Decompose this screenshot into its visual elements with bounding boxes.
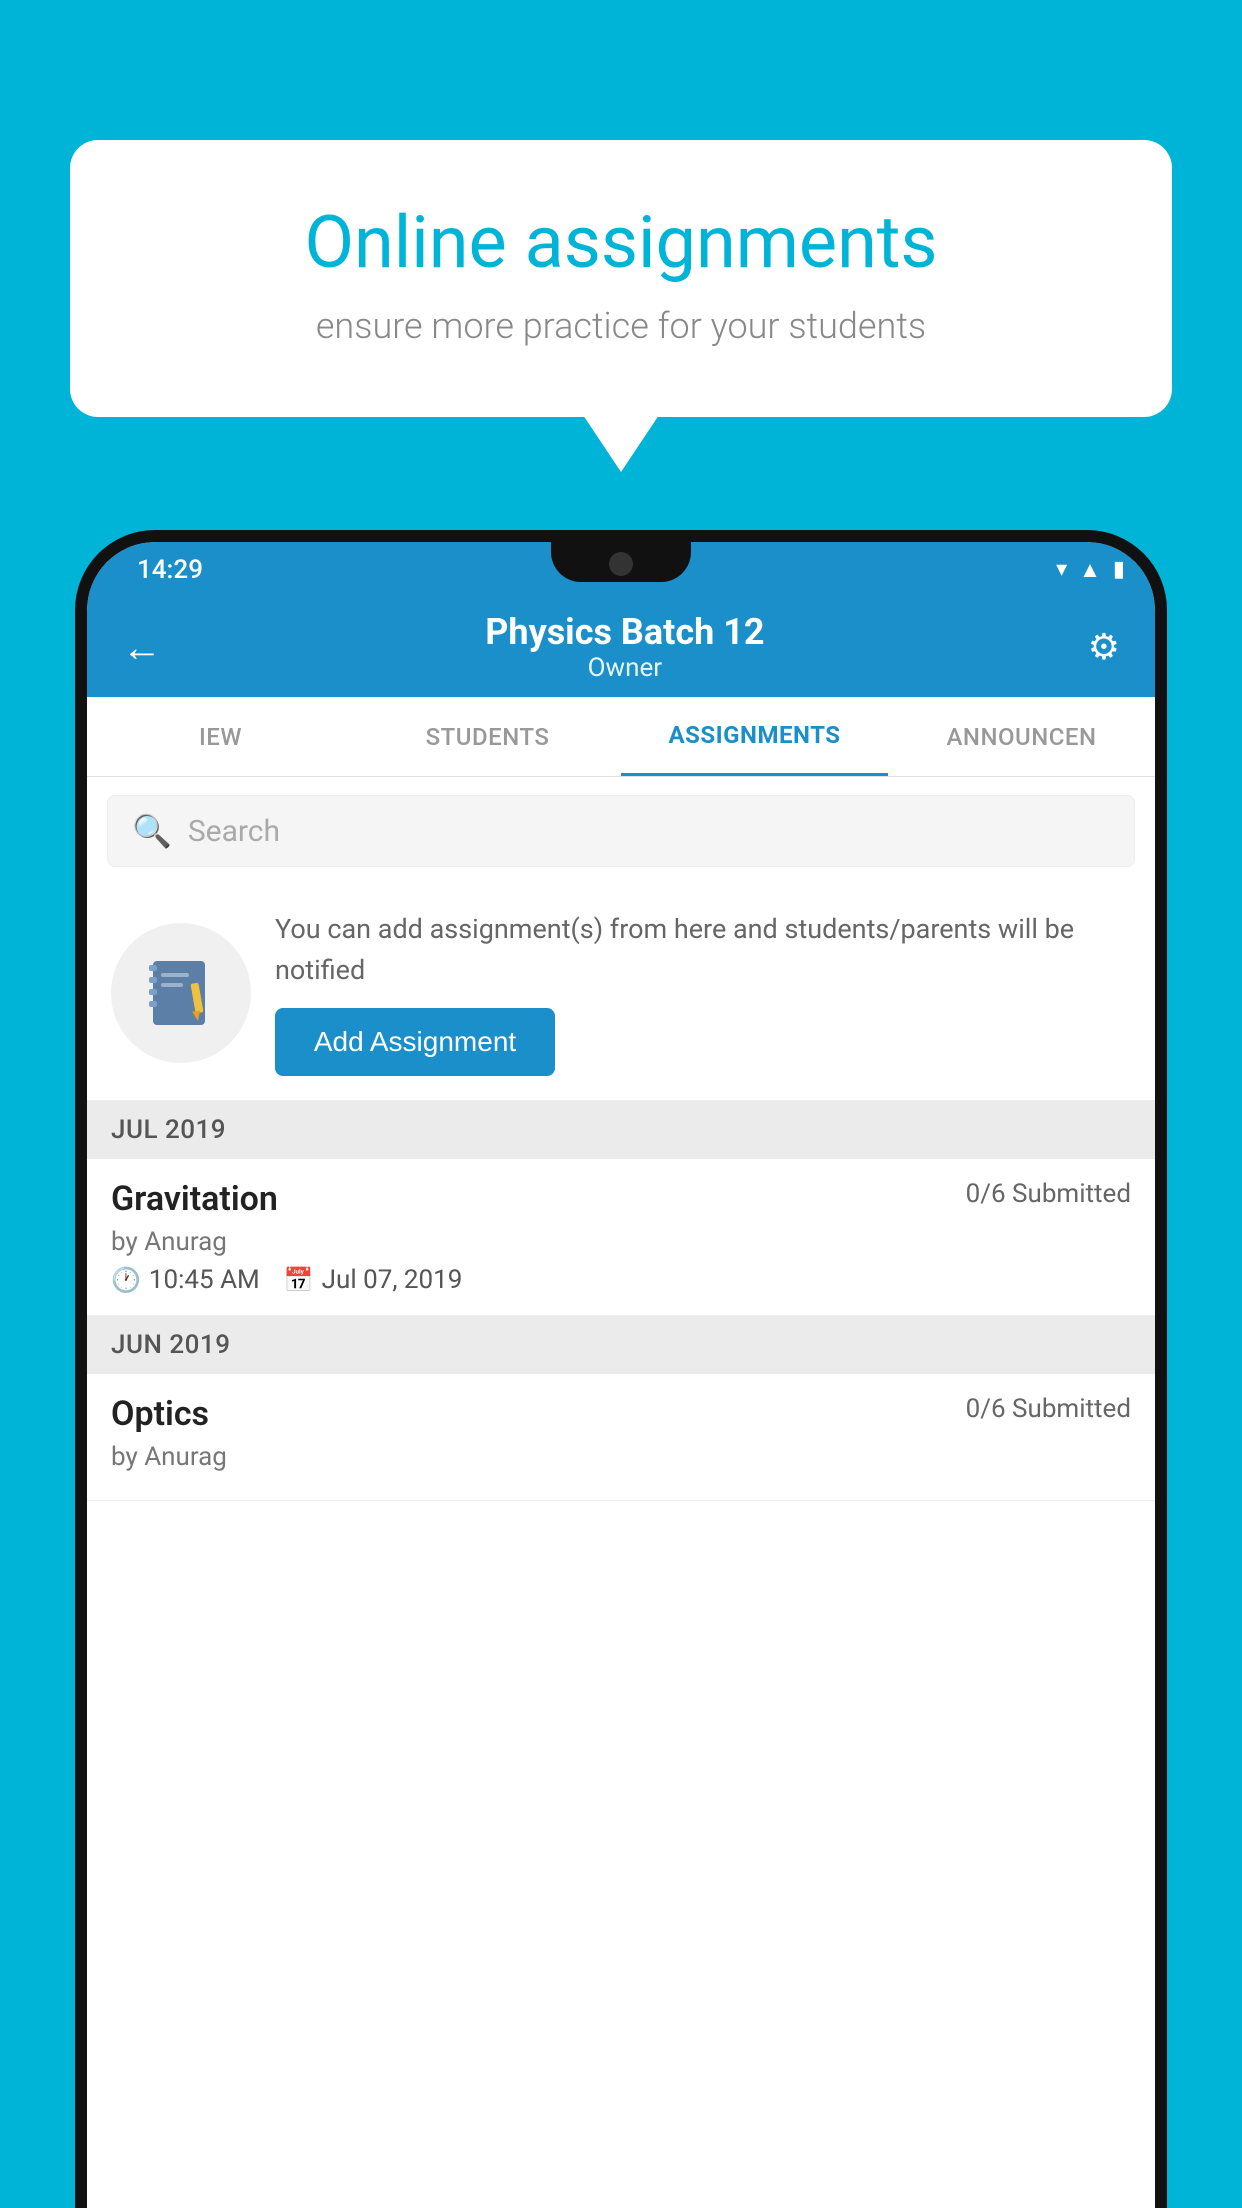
battery-icon: ▮ xyxy=(1113,557,1125,582)
assignment-meta-gravitation: 🕐 10:45 AM 📅 Jul 07, 2019 xyxy=(111,1265,1131,1295)
assignment-time-gravitation: 🕐 10:45 AM xyxy=(111,1265,260,1295)
status-icons: ▾ ▲ ▮ xyxy=(1056,557,1125,583)
search-bar[interactable]: 🔍 Search xyxy=(107,795,1135,867)
assignment-item-gravitation[interactable]: Gravitation 0/6 Submitted by Anurag 🕐 10… xyxy=(87,1159,1155,1316)
promo-text: You can add assignment(s) from here and … xyxy=(275,909,1135,990)
assignment-submitted-optics: 0/6 Submitted xyxy=(966,1394,1131,1424)
add-assignment-button[interactable]: Add Assignment xyxy=(275,1008,555,1076)
status-time: 14:29 xyxy=(137,555,203,585)
search-placeholder: Search xyxy=(188,814,280,849)
assignment-top: Gravitation 0/6 Submitted xyxy=(111,1179,1131,1219)
tab-students[interactable]: STUDENTS xyxy=(354,697,621,776)
speech-bubble-title: Online assignments xyxy=(140,200,1102,285)
app-header: ← Physics Batch 12 Owner ⚙ xyxy=(87,597,1155,697)
notebook-icon xyxy=(141,953,221,1033)
section-jul-2019: JUL 2019 xyxy=(87,1101,1155,1159)
signal-icon: ▲ xyxy=(1079,557,1101,583)
background: Online assignments ensure more practice … xyxy=(0,0,1242,2208)
settings-button[interactable]: ⚙ xyxy=(1088,626,1120,668)
assignment-submitted-gravitation: 0/6 Submitted xyxy=(966,1179,1131,1209)
assignment-top-optics: Optics 0/6 Submitted xyxy=(111,1394,1131,1434)
assignment-date-gravitation: 📅 Jul 07, 2019 xyxy=(284,1265,463,1295)
promo-icon-wrap xyxy=(111,923,251,1063)
section-jun-2019: JUN 2019 xyxy=(87,1316,1155,1374)
add-assignment-promo: You can add assignment(s) from here and … xyxy=(87,885,1155,1101)
camera xyxy=(609,552,633,576)
assignment-author-optics: by Anurag xyxy=(111,1442,1131,1472)
assignment-name-optics: Optics xyxy=(111,1394,209,1434)
tab-iew[interactable]: IEW xyxy=(87,697,354,776)
tab-assignments[interactable]: ASSIGNMENTS xyxy=(621,697,888,776)
app-screen: 14:29 ▾ ▲ ▮ ← Physics Batch 12 Owner ⚙ xyxy=(87,542,1155,2208)
header-title: Physics Batch 12 xyxy=(485,611,764,653)
clock-icon: 🕐 xyxy=(111,1266,141,1294)
back-button[interactable]: ← xyxy=(122,624,162,671)
header-center: Physics Batch 12 Owner xyxy=(485,611,764,683)
assignment-author-gravitation: by Anurag xyxy=(111,1227,1131,1257)
tab-announcements[interactable]: ANNOUNCEN xyxy=(888,697,1155,776)
speech-bubble-subtitle: ensure more practice for your students xyxy=(140,305,1102,347)
header-subtitle: Owner xyxy=(485,653,764,683)
assignment-name-gravitation: Gravitation xyxy=(111,1179,278,1219)
calendar-icon: 📅 xyxy=(284,1266,314,1294)
promo-right: You can add assignment(s) from here and … xyxy=(275,909,1135,1076)
wifi-icon: ▾ xyxy=(1056,557,1067,582)
notch xyxy=(551,542,691,582)
phone-inner: 14:29 ▾ ▲ ▮ ← Physics Batch 12 Owner ⚙ xyxy=(87,542,1155,2208)
speech-bubble: Online assignments ensure more practice … xyxy=(70,140,1172,417)
phone-frame: 14:29 ▾ ▲ ▮ ← Physics Batch 12 Owner ⚙ xyxy=(75,530,1167,2208)
search-icon: 🔍 xyxy=(132,812,172,850)
speech-bubble-container: Online assignments ensure more practice … xyxy=(70,140,1172,417)
content-area: 🔍 Search xyxy=(87,777,1155,2208)
tabs-bar: IEW STUDENTS ASSIGNMENTS ANNOUNCEN xyxy=(87,697,1155,777)
assignment-item-optics[interactable]: Optics 0/6 Submitted by Anurag xyxy=(87,1374,1155,1501)
